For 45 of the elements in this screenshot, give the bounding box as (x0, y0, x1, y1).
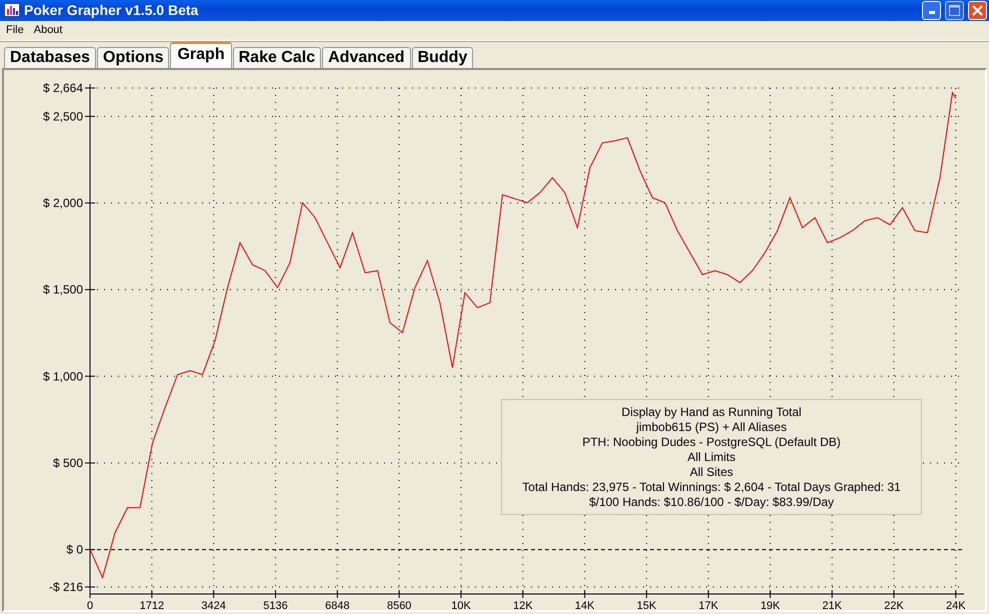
minimize-button[interactable] (922, 0, 941, 20)
tab[interactable]: Advanced (322, 47, 411, 68)
x-tick-label: 15K (636, 600, 656, 610)
tab[interactable]: Options (97, 47, 170, 68)
x-tick-label: 8560 (386, 600, 412, 610)
x-tick-label: 10K (451, 600, 471, 610)
menu-item[interactable]: File (2, 22, 28, 38)
y-tick-label: $ 2,000 (42, 196, 83, 210)
x-tick-label: 19K (760, 600, 780, 610)
x-tick-label: 12K (513, 600, 533, 610)
x-tick-label: 1712 (140, 600, 164, 610)
info-line: Total Hands: 23,975 - Total Winnings: $ 2,604 - Total Days Graphed: 31 (522, 480, 901, 495)
maximize-button[interactable] (945, 0, 964, 20)
tab[interactable]: Databases (4, 47, 96, 68)
info-line: $/100 Hands: $10.86/100 - $/Day: $83.99/Day (589, 495, 834, 510)
x-tick-label: 3424 (201, 600, 226, 610)
y-tick-label: $ 1,500 (42, 282, 83, 297)
x-tick-label: 5136 (263, 600, 288, 610)
x-tick-label: 0 (86, 600, 94, 610)
menu-item[interactable]: About (30, 22, 66, 38)
x-tick-label: 14K (574, 600, 594, 610)
x-tick-label: 17K (698, 600, 718, 610)
info-line: All Limits (687, 450, 736, 465)
y-tick-label: $ 1,000 (42, 369, 83, 384)
x-tick-label: 6848 (325, 600, 350, 610)
info-line: Display by Hand as Running Total (622, 405, 802, 420)
y-tick-label: -$ 216 (48, 580, 83, 594)
y-tick-label: $ 500 (52, 456, 83, 470)
info-line: All Sites (690, 465, 734, 480)
x-tick-label: 21K (822, 600, 842, 610)
window-title: Poker Grapher v1.5.0 Beta (24, 2, 200, 18)
y-tick-label: $ 2,664 (42, 81, 83, 95)
y-tick-label: $ 2,500 (42, 109, 83, 124)
x-tick-label: 24K (946, 600, 966, 610)
tab[interactable]: Buddy (412, 47, 474, 68)
y-tick-label: $ 0 (66, 542, 83, 557)
info-line: PTH: Noobing Dudes - PostgreSQL (Default DB) (582, 435, 841, 450)
maximize-icon (949, 4, 960, 16)
close-button[interactable] (968, 0, 987, 20)
tab[interactable]: Rake Calc (232, 47, 322, 68)
close-icon (972, 4, 983, 16)
app-icon (4, 3, 20, 18)
x-tick-label: 22K (884, 600, 904, 610)
tab[interactable]: Graph (170, 42, 232, 68)
info-line: jimbob615 (PS) + All Aliases (636, 420, 787, 435)
